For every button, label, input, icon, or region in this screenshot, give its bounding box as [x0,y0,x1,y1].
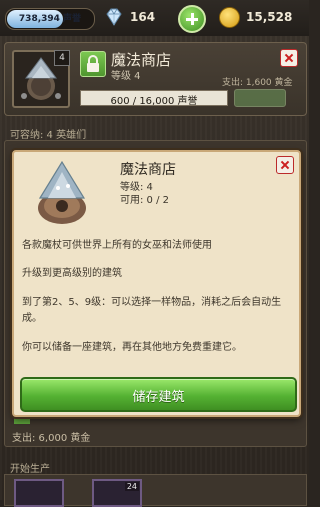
reputation-value: 738,394 声誉 [18,14,82,24]
wizard-hut-icon [38,160,86,224]
dialog-upgrade-hint: 升级到更高级别的建筑 [22,268,122,279]
dialog-title: 魔法商店 [120,162,176,178]
reputation-meter: 738,394 声誉 [5,8,95,30]
production-item[interactable]: 24 [92,479,142,507]
reputation-progress-bar: 600 / 16,000 声誉 [80,90,228,107]
building-count-badge: 4 [54,50,70,66]
store-building-button[interactable]: 储存建筑 [20,377,297,412]
bottom-cost: 支出: 6,000 黄金 [12,433,91,444]
start-production-label: 开始生产 [10,464,50,475]
capacity-label: 可容纳: 4 英雄们 [10,130,87,141]
close-icon[interactable] [280,49,298,67]
dialog-store-hint: 你可以储备一座建筑，再在其他地方免费重建它。 [22,342,242,353]
dialog-close-icon[interactable] [276,156,294,174]
building-thumbnail: 4 [12,50,70,108]
dialog-description: 各款魔杖可供世界上所有的女巫和法师使用 [22,240,212,251]
top-bar: 738,394 声誉 164 15,528 [0,0,309,36]
diamond-icon [106,8,122,26]
production-item[interactable] [14,479,64,507]
building-info-dialog: 魔法商店 等级: 4 可用: 0 / 2 各款魔杖可供世界上所有的女巫和法师使用… [12,150,301,417]
upgrade-button[interactable] [234,89,286,107]
gem-count: 164 [130,10,156,24]
dialog-available: 可用: 0 / 2 [120,195,169,206]
padlock-icon [87,55,99,72]
reputation-progress-text: 600 / 16,000 声誉 [110,96,198,107]
add-currency-button[interactable] [178,5,206,33]
gold-count: 15,528 [246,10,293,24]
building-level: 等级 4 [111,71,141,82]
store-building-label: 储存建筑 [132,390,185,405]
production-item-badge: 24 [124,482,139,491]
upgrade-cost: 支出: 1,600 黄金 [222,78,293,88]
gold-coin-icon [219,7,240,28]
lock-button[interactable] [80,51,106,77]
dialog-level-reward: 到了第2、5、9级：可以选择一样物品，消耗之后会自动生成。 [22,297,282,324]
